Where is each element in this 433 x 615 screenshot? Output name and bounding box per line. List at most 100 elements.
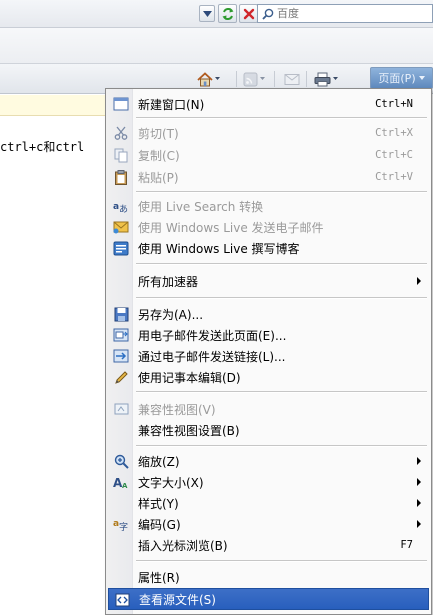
links-bar <box>0 28 433 64</box>
home-icon <box>197 71 213 86</box>
search-input[interactable] <box>277 7 407 20</box>
page-menu: 新建窗口(N) Ctrl+N 剪切(T) Ctrl+X 复制(C) Ctrl+C… <box>105 88 432 615</box>
menu-separator <box>136 560 427 562</box>
menu-item-live-mail[interactable]: 使用 Windows Live 发送电子邮件 <box>108 216 429 238</box>
menu-item-cut[interactable]: 剪切(T) Ctrl+X <box>108 122 429 144</box>
menu-item-label: 兼容性视图(V) <box>138 402 216 417</box>
info-bar <box>0 95 110 116</box>
address-dropdown-button[interactable] <box>199 5 215 22</box>
feeds-icon <box>243 72 258 86</box>
home-button[interactable] <box>197 69 220 89</box>
menu-separator <box>136 263 427 265</box>
search-box <box>257 4 433 23</box>
email-link-icon <box>113 348 129 364</box>
close-icon <box>243 8 254 19</box>
toolbar-separator <box>236 71 237 87</box>
menu-item-email-page[interactable]: 用电子邮件发送此页面(E)... <box>108 324 429 346</box>
toolbar-separator <box>274 71 275 87</box>
menu-item-label: 查看源文件(S) <box>139 592 216 607</box>
menu-separator <box>136 297 427 299</box>
blog-icon <box>113 240 129 256</box>
menu-item-accelerators[interactable]: 所有加速器 <box>108 270 429 292</box>
menu-item-text-size[interactable]: AA 文字大小(X) <box>108 471 429 493</box>
menu-item-live-blog[interactable]: 使用 Windows Live 撰写博客 <box>108 237 429 259</box>
menu-item-label: 用电子邮件发送此页面(E)... <box>138 328 287 343</box>
menu-item-compat-view[interactable]: 兼容性视图(V) <box>108 398 429 420</box>
chevron-down-icon <box>418 76 425 80</box>
submenu-arrow-icon <box>417 277 421 285</box>
menu-item-edit-notepad[interactable]: 使用记事本编辑(D) <box>108 366 429 388</box>
menu-item-label: 使用 Live Search 转换 <box>138 199 264 214</box>
menu-separator <box>136 391 427 393</box>
email-page-icon <box>113 327 129 343</box>
menu-item-zoom[interactable]: 缩放(Z) <box>108 450 429 472</box>
svg-text:あ: あ <box>119 204 128 213</box>
refresh-icon <box>222 7 233 20</box>
menu-item-caret-browsing[interactable]: 插入光标浏览(B) F7 <box>108 534 429 556</box>
menu-item-label: 样式(Y) <box>138 496 179 511</box>
encoding-icon: a字 <box>113 516 129 532</box>
menu-item-style[interactable]: 样式(Y) <box>108 492 429 514</box>
chevron-down-icon <box>202 10 212 17</box>
chevron-down-icon <box>260 77 265 80</box>
feeds-button[interactable] <box>243 69 265 89</box>
menu-item-properties[interactable]: 属性(R) <box>108 566 429 588</box>
menu-item-label: 使用 Windows Live 撰写博客 <box>138 241 300 256</box>
stop-button[interactable] <box>239 4 258 23</box>
menu-item-save-as[interactable]: 另存为(A)... <box>108 303 429 325</box>
submenu-arrow-icon <box>417 457 421 465</box>
menu-item-view-source[interactable]: 查看源文件(S) <box>108 588 429 610</box>
submenu-arrow-icon <box>417 499 421 507</box>
menu-item-label: 文字大小(X) <box>138 475 204 490</box>
menu-item-label: 兼容性视图设置(B) <box>138 423 240 438</box>
submenu-arrow-icon <box>417 520 421 528</box>
copy-icon <box>113 147 129 163</box>
translate-icon: aあ <box>113 198 129 214</box>
menu-item-label: 通过电子邮件发送链接(L)... <box>138 349 286 364</box>
page-menu-button[interactable]: 页面(P) <box>370 67 433 89</box>
menu-item-shortcut: Ctrl+X <box>375 127 413 139</box>
menu-item-label: 粘贴(P) <box>138 170 179 185</box>
page-text: ctrl+c和ctrl <box>0 140 85 154</box>
menu-item-email-link[interactable]: 通过电子邮件发送链接(L)... <box>108 345 429 367</box>
chevron-down-icon <box>215 77 220 80</box>
menu-separator <box>136 117 427 119</box>
menu-item-encoding[interactable]: a字 编码(G) <box>108 513 429 535</box>
menu-separator <box>136 191 427 193</box>
svg-text:A: A <box>122 482 128 490</box>
mail-icon <box>113 219 129 235</box>
clipboard-icon <box>113 169 129 185</box>
new-window-icon <box>113 96 129 112</box>
svg-text:字: 字 <box>119 521 128 531</box>
menu-item-compat-view-settings[interactable]: 兼容性视图设置(B) <box>108 419 429 441</box>
menu-item-paste[interactable]: 粘贴(P) Ctrl+V <box>108 166 429 188</box>
text-size-icon: AA <box>113 474 129 490</box>
menu-item-label: 新建窗口(N) <box>138 97 205 112</box>
zoom-icon <box>113 453 129 469</box>
menu-item-label: 所有加速器 <box>138 274 199 289</box>
compat-view-icon <box>113 401 129 417</box>
printer-icon <box>314 72 331 86</box>
menu-item-label: 使用 Windows Live 发送电子邮件 <box>138 220 324 235</box>
view-source-icon <box>114 592 130 608</box>
search-icon <box>262 8 274 20</box>
menu-item-label: 另存为(A)... <box>138 307 204 322</box>
menu-item-copy[interactable]: 复制(C) Ctrl+C <box>108 144 429 166</box>
menu-item-label: 缩放(Z) <box>138 454 180 469</box>
menu-item-label: 使用记事本编辑(D) <box>138 370 241 385</box>
menu-item-label: 编码(G) <box>138 517 181 532</box>
chevron-down-icon <box>333 77 338 80</box>
menu-item-shortcut: Ctrl+N <box>375 98 413 110</box>
print-button[interactable] <box>314 69 338 89</box>
menu-item-new-window[interactable]: 新建窗口(N) Ctrl+N <box>108 93 429 115</box>
menu-item-shortcut: F7 <box>400 539 413 551</box>
page-content: ctrl+c和ctrl <box>0 95 110 615</box>
refresh-button[interactable] <box>218 4 237 23</box>
menu-item-label: 剪切(T) <box>138 126 179 141</box>
menu-item-live-search-translate[interactable]: aあ 使用 Live Search 转换 <box>108 195 429 217</box>
read-mail-button[interactable] <box>284 69 300 89</box>
mail-icon <box>284 73 300 85</box>
page-menu-label: 页面(P) <box>378 72 416 85</box>
menu-item-shortcut: Ctrl+C <box>375 149 413 161</box>
menu-separator <box>136 445 427 447</box>
